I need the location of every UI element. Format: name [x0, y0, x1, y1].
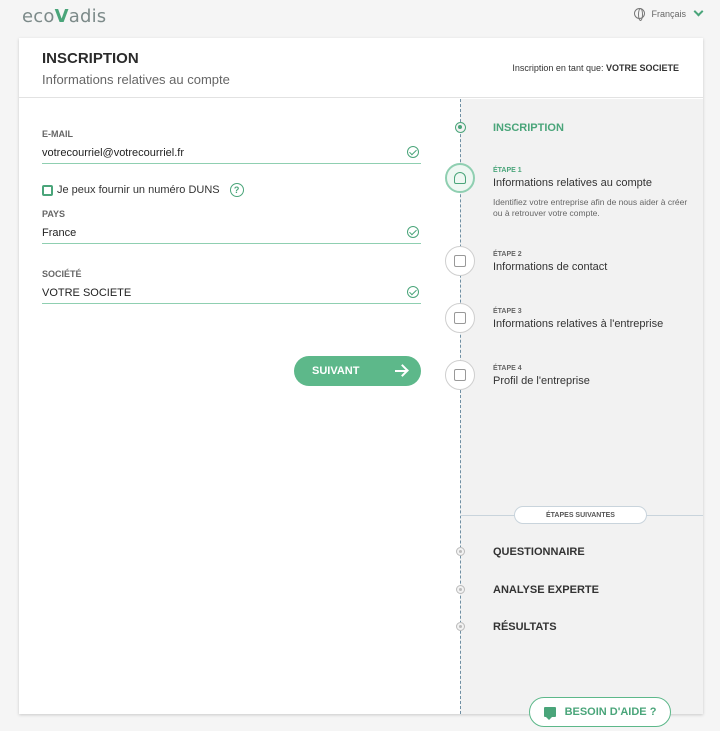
country-field[interactable]: France: [42, 226, 421, 244]
language-label: Français: [651, 8, 686, 19]
company-value: VOTRE SOCIETE: [42, 287, 132, 299]
country-value: France: [42, 227, 77, 239]
email-label: E-MAIL: [42, 129, 73, 139]
logo-v: V: [54, 6, 69, 27]
registering-as-label: Inscription en tant que:: [512, 63, 604, 73]
company-label: SOCIÉTÉ: [42, 269, 82, 279]
logo-text-end: adis: [68, 6, 107, 27]
valid-check-icon: [407, 146, 419, 158]
next-step-dot: [456, 585, 465, 594]
form-panel: E-MAIL votrecourriel@votrecourriel.fr Je…: [19, 99, 460, 714]
duns-option: Je peux fournir un numéro DUNS ?: [42, 183, 244, 197]
help-icon[interactable]: ?: [229, 183, 244, 197]
step-4-name: Profil de l'entreprise: [493, 375, 590, 387]
next-step-expert-analysis: ANALYSE EXPERTE: [493, 584, 599, 596]
registering-as-value: VOTRE SOCIETE: [605, 63, 679, 73]
registering-as: Inscription en tant que: VOTRE SOCIETE: [512, 63, 679, 73]
step-2-contact-card-icon: [445, 246, 475, 276]
step-2-tag: ÉTAPE 2: [493, 251, 522, 258]
logo-text: eco: [22, 6, 55, 27]
arrow-right-icon: [395, 370, 407, 372]
current-section-dot: [455, 122, 466, 133]
email-value: votrecourriel@votrecourriel.fr: [42, 147, 184, 159]
card-header: INSCRIPTION Informations relatives au co…: [19, 38, 703, 98]
next-step-results: RÉSULTATS: [493, 621, 557, 633]
email-field-group: E-MAIL votrecourriel@votrecourriel.fr: [42, 129, 421, 164]
step-1-name: Informations relatives au compte: [493, 177, 652, 189]
valid-check-icon: [407, 226, 419, 238]
step-1-desc: Identifiez votre entreprise afin de nous…: [493, 197, 688, 218]
need-help-button[interactable]: BESOIN D'AIDE ?: [529, 697, 671, 727]
valid-check-icon: [407, 286, 419, 298]
company-field[interactable]: VOTRE SOCIETE: [42, 286, 421, 304]
chevron-down-icon: [693, 6, 704, 17]
registration-card: INSCRIPTION Informations relatives au co…: [19, 38, 703, 727]
ecovadis-logo[interactable]: ecoVadis: [22, 6, 106, 27]
next-step-questionnaire: QUESTIONNAIRE: [493, 546, 585, 558]
chat-icon: [543, 707, 556, 720]
step-3-company-info-icon: [445, 303, 475, 333]
next-steps-pill: ÉTAPES SUIVANTES: [514, 506, 647, 524]
next-step-dot: [456, 622, 465, 631]
steps-panel: INSCRIPTION ÉTAPE 1 Informations relativ…: [445, 99, 703, 727]
duns-label[interactable]: Je peux fournir un numéro DUNS: [57, 184, 220, 196]
step-3-tag: ÉTAPE 3: [493, 308, 522, 315]
next-button-label: SUIVANT: [312, 365, 360, 377]
need-help-label: BESOIN D'AIDE ?: [564, 706, 657, 718]
country-label: PAYS: [42, 209, 66, 219]
top-bar: ecoVadis Français: [0, 0, 720, 36]
step-1-user-icon: [445, 163, 475, 193]
step-1-tag: ÉTAPE 1: [493, 167, 522, 174]
step-3-name: Informations relatives à l'entreprise: [493, 318, 664, 330]
next-button[interactable]: SUIVANT: [294, 356, 421, 386]
company-field-group: SOCIÉTÉ VOTRE SOCIETE: [42, 269, 421, 304]
step-2-name: Informations de contact: [493, 261, 608, 273]
page-subtitle: Informations relatives au compte: [42, 72, 230, 87]
email-field[interactable]: votrecourriel@votrecourriel.fr: [42, 146, 421, 164]
language-selector[interactable]: Français: [634, 6, 704, 21]
step-4-building-icon: [445, 360, 475, 390]
globe-icon: [634, 8, 646, 21]
section-title: INSCRIPTION: [493, 122, 564, 134]
country-field-group: PAYS France: [42, 209, 421, 244]
page-title: INSCRIPTION: [42, 50, 139, 67]
duns-checkbox[interactable]: [42, 184, 53, 196]
step-4-tag: ÉTAPE 4: [493, 365, 522, 372]
next-step-dot: [456, 547, 465, 556]
